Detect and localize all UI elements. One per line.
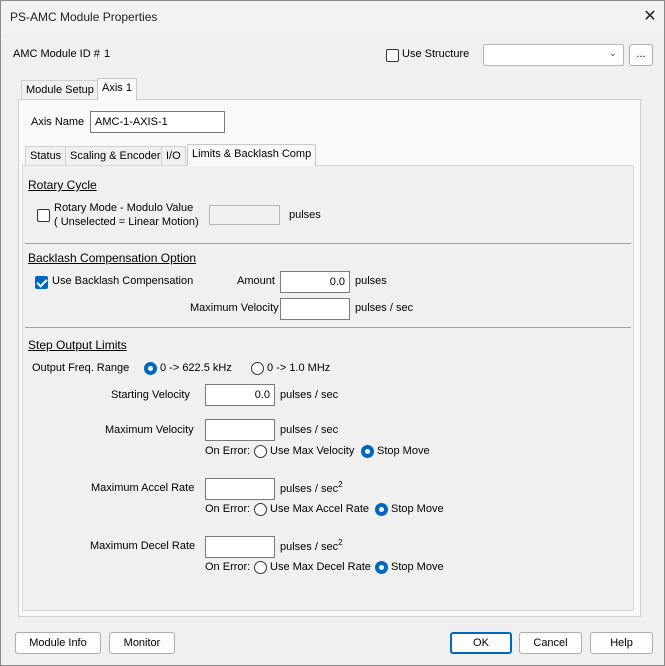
rotary-unit-label: pulses — [289, 209, 321, 221]
backlash-checkbox-label: Use Backlash Compensation — [52, 275, 194, 287]
starting-velocity-unit: pulses / sec — [280, 389, 339, 401]
monitor-button[interactable]: Monitor — [109, 632, 175, 654]
module-info-button[interactable]: Module Info — [15, 632, 101, 654]
browse-button[interactable]: ... — [629, 44, 653, 66]
backlash-amount-unit: pulses — [355, 275, 387, 287]
freq-622-radio[interactable] — [144, 362, 157, 375]
decel-stop-move-radio[interactable] — [375, 561, 388, 574]
freq-1mhz-label: 0 -> 1.0 MHz — [267, 362, 331, 374]
rotary-mode-checkbox[interactable] — [37, 209, 50, 222]
cancel-button[interactable]: Cancel — [519, 632, 582, 654]
backlash-amount-label: Amount — [237, 275, 275, 287]
output-freq-label: Output Freq. Range — [32, 362, 130, 374]
accel-use-max-radio[interactable] — [254, 503, 267, 516]
axis-name-label: Axis Name — [31, 116, 85, 128]
decel-stop-move-label: Stop Move — [391, 561, 444, 573]
module-id-value: 1 — [104, 48, 111, 60]
max-velocity-unit: pulses / sec — [280, 424, 339, 436]
tab-status[interactable]: Status — [25, 146, 67, 166]
backlash-title: Backlash Compensation Option — [28, 251, 197, 265]
module-id-label: AMC Module ID # — [13, 48, 100, 60]
max-accel-unit: pulses / sec2 — [280, 480, 343, 495]
accel-stop-move-radio[interactable] — [375, 503, 388, 516]
rotary-mode-label: Rotary Mode - Modulo Value — [54, 202, 194, 214]
rotary-mode-sublabel: ( Unselected = Linear Motion) — [54, 216, 199, 228]
tab-io[interactable]: I/O — [161, 146, 186, 166]
close-icon[interactable]: ✕ — [639, 7, 661, 27]
max-decel-label: Maximum Decel Rate — [90, 540, 196, 552]
modulo-value-input[interactable] — [209, 205, 280, 225]
use-structure-checkbox[interactable] — [386, 49, 399, 62]
tab-scaling-encoder[interactable]: Scaling & Encoder — [65, 146, 166, 166]
freq-622-label: 0 -> 622.5 kHz — [160, 362, 232, 374]
tab-module-setup[interactable]: Module Setup — [21, 80, 99, 99]
decel-use-max-radio[interactable] — [254, 561, 267, 574]
vel-use-max-label: Use Max Velocity — [270, 445, 355, 457]
max-decel-input[interactable] — [205, 536, 275, 558]
max-decel-unit: pulses / sec2 — [280, 538, 343, 553]
tab-limits-backlash[interactable]: Limits & Backlash Comp — [187, 144, 317, 166]
max-velocity-label: Maximum Velocity — [105, 424, 194, 436]
use-structure-label: Use Structure — [402, 48, 470, 60]
max-accel-input[interactable] — [205, 478, 275, 500]
ok-button[interactable]: OK — [450, 632, 512, 654]
backlash-max-vel-unit: pulses / sec — [355, 302, 414, 314]
max-velocity-input[interactable] — [205, 419, 275, 441]
vel-on-error-label: On Error: — [205, 445, 251, 457]
vel-use-max-radio[interactable] — [254, 445, 267, 458]
backlash-checkbox[interactable] — [35, 276, 48, 289]
chevron-down-icon: ⌄ — [608, 48, 617, 59]
freq-1mhz-radio[interactable] — [251, 362, 264, 375]
structure-combo[interactable]: ⌄ — [483, 44, 624, 66]
tab-axis-1[interactable]: Axis 1 — [97, 78, 137, 100]
accel-on-error-label: On Error: — [205, 503, 251, 515]
accel-use-max-label: Use Max Accel Rate — [270, 503, 370, 515]
section-divider — [25, 327, 631, 328]
title-bar: PS-AMC Module Properties ✕ — [1, 1, 664, 33]
vel-stop-move-label: Stop Move — [377, 445, 430, 457]
backlash-amount-input[interactable]: 0.0 — [280, 271, 350, 293]
starting-velocity-label: Starting Velocity — [111, 389, 190, 401]
window-title: PS-AMC Module Properties — [10, 10, 158, 24]
section-divider — [25, 243, 631, 244]
step-output-title: Step Output Limits — [28, 338, 127, 352]
backlash-max-vel-input[interactable] — [280, 298, 350, 320]
starting-velocity-input[interactable]: 0.0 — [205, 384, 275, 406]
accel-stop-move-label: Stop Move — [391, 503, 444, 515]
backlash-max-vel-label: Maximum Velocity — [190, 302, 279, 314]
axis-name-input[interactable]: AMC-1-AXIS-1 — [90, 111, 225, 133]
max-accel-label: Maximum Accel Rate — [91, 482, 195, 494]
vel-stop-move-radio[interactable] — [361, 445, 374, 458]
dialog-window: PS-AMC Module Properties ✕ AMC Module ID… — [0, 0, 665, 666]
help-button[interactable]: Help — [590, 632, 653, 654]
rotary-cycle-title: Rotary Cycle — [28, 178, 97, 192]
decel-use-max-label: Use Max Decel Rate — [270, 561, 371, 573]
decel-on-error-label: On Error: — [205, 561, 251, 573]
